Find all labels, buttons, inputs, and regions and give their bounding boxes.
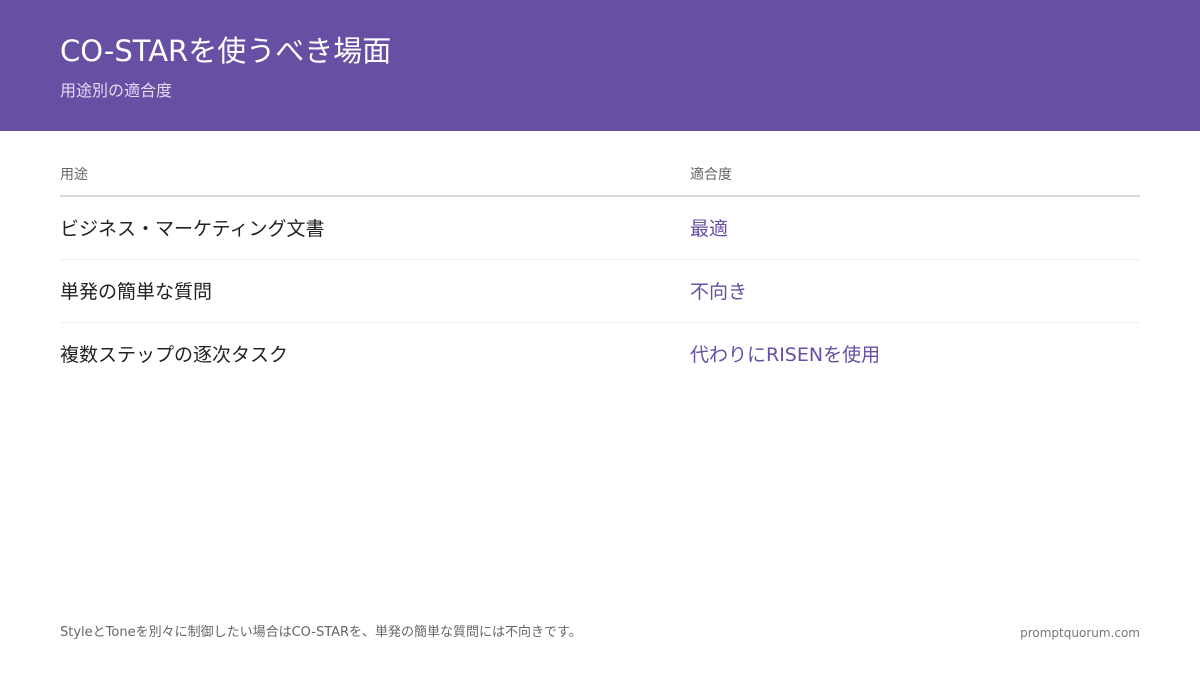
use-case-cell: ビジネス・マーケティング文書 — [60, 218, 325, 240]
footer-site-link[interactable]: promptquorum.com — [1020, 624, 1140, 642]
header-banner: CO-STARを使うべき場面 用途別の適合度 — [0, 0, 1200, 131]
slide: CO-STARを使うべき場面 用途別の適合度 用途 適合度 ビジネス・マーケティ… — [0, 0, 1200, 675]
table-row: 単発の簡単な質問 不向き — [60, 260, 1140, 323]
table-header: 用途 適合度 — [60, 160, 1140, 197]
suitability-table: 用途 適合度 ビジネス・マーケティング文書 最適 単発の簡単な質問 不向き 複数… — [60, 160, 1140, 385]
fit-cell: 不向き — [690, 281, 748, 303]
page-title: CO-STARを使うべき場面 — [60, 34, 392, 68]
table-row: ビジネス・マーケティング文書 最適 — [60, 197, 1140, 260]
use-case-cell: 単発の簡単な質問 — [60, 281, 213, 303]
fit-cell: 最適 — [690, 218, 729, 240]
column-header-use-case: 用途 — [60, 167, 88, 183]
table-row: 複数ステップの逐次タスク 代わりにRISENを使用 — [60, 323, 1140, 385]
page-subtitle: 用途別の適合度 — [60, 81, 173, 100]
fit-cell: 代わりにRISENを使用 — [690, 344, 881, 366]
footer-note: StyleとToneを別々に制御したい場合はCO-STARを、単発の簡単な質問に… — [60, 625, 582, 640]
column-header-fit: 適合度 — [690, 167, 732, 183]
use-case-cell: 複数ステップの逐次タスク — [60, 344, 289, 366]
